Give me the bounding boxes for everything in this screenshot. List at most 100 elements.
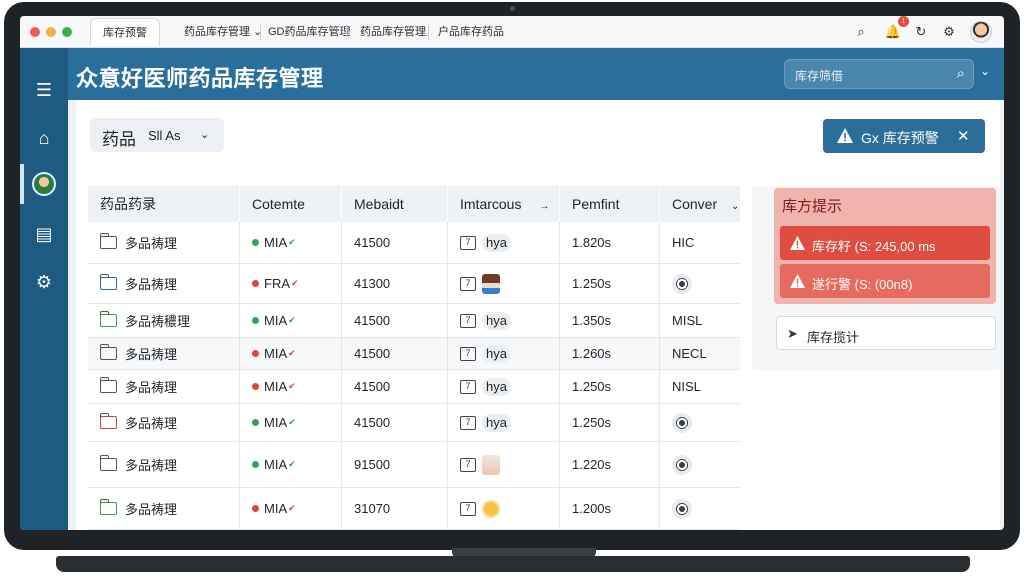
column-header[interactable]: 药品药录 (88, 186, 240, 222)
webcam (510, 6, 515, 11)
document-icon[interactable]: 7 (460, 457, 476, 472)
chevron-down-icon[interactable]: ⌄ (731, 201, 739, 212)
table-cell: MIA ✔ (240, 304, 342, 337)
table-row[interactable]: 多品祷理 MIA ✔ 41500 7 hya 1.250s NISL (88, 370, 740, 404)
chevron-down-icon[interactable]: ⌄ (980, 64, 990, 78)
check-icon: ✔ (288, 503, 296, 513)
product-image-icon (482, 498, 500, 519)
folder-icon (99, 455, 117, 471)
filter-label: 药品 (102, 130, 136, 149)
column-header-dropdown[interactable]: Conver ⌄ (660, 186, 740, 222)
status-dot-icon (252, 505, 259, 512)
imt-pill: hya (482, 233, 511, 252)
document-icon[interactable]: 7 (460, 313, 476, 328)
search-placeholder: 库存筛借 (795, 69, 844, 83)
notice-alert-item[interactable]: 遂行警 (S: (00n8) (780, 264, 990, 298)
status-dot-icon (252, 280, 259, 287)
tab-separator (346, 24, 347, 40)
minimize-window-dot[interactable] (46, 27, 56, 37)
document-icon[interactable]: 7 (460, 379, 476, 394)
lock-icon[interactable] (672, 454, 692, 475)
document-icon[interactable]: 7 (460, 276, 476, 291)
calendar-icon[interactable]: ▤ (20, 214, 68, 254)
lock-icon[interactable] (672, 273, 692, 294)
drug-name: 多品祷穠理 (125, 314, 191, 329)
close-window-dot[interactable] (30, 27, 40, 37)
table-row[interactable]: 多品祷穠理 MIA ✔ 41500 7 hya 1.350s MISL (88, 304, 740, 338)
check-icon: ✔ (288, 237, 296, 247)
status-text: MIA (264, 379, 288, 394)
sort-arrow-icon[interactable]: → (539, 201, 549, 212)
tab-active[interactable]: 库存预警 (90, 18, 160, 46)
status-text: MIA (264, 313, 288, 328)
column-header[interactable]: Cotemte (240, 186, 342, 222)
table-row[interactable]: 多品祷理 MIA ✔ 41500 7 hya 1.250s (88, 404, 740, 442)
folder-icon (99, 233, 117, 249)
table-cell: 1.260s (560, 338, 660, 369)
status-dot-icon (252, 317, 259, 324)
table-cell: 41500 (342, 404, 448, 441)
code-value: 41500 (354, 379, 391, 394)
table-cell: 1.200s (560, 488, 660, 529)
table-cell: 多品祷理 (88, 442, 240, 487)
performance-value: 1.250s (572, 415, 612, 430)
document-icon[interactable]: 7 (460, 235, 476, 250)
table-cell: 91500 (342, 442, 448, 487)
chevron-down-icon: ⌄ (200, 129, 210, 141)
search-icon[interactable]: ⌕ (852, 23, 870, 41)
inventory-alert-button[interactable]: Gx 库存预警 ✕ (823, 119, 985, 153)
status-text: MIA (264, 415, 288, 430)
document-icon[interactable]: 7 (460, 501, 476, 516)
sidebar-active-indicator (20, 164, 24, 204)
status-text: FRA (264, 276, 290, 291)
inventory-stats-button[interactable]: ➤ 库存揽计 (776, 316, 996, 350)
column-header[interactable]: Pemfint (560, 186, 660, 222)
column-header[interactable]: Mebaidt (342, 186, 448, 222)
reload-icon[interactable]: ↻ (912, 23, 930, 41)
table-row[interactable]: 多品祷理 MIA ✔ 41500 7 hya 1.820s HIC (88, 222, 740, 264)
close-icon[interactable]: ✕ (957, 127, 970, 145)
table-cell: 多品祷理 (88, 404, 240, 441)
table-row[interactable]: 多品祷理 MIA ✔ 91500 7 1.220s (88, 442, 740, 488)
notice-box: 库方提示 库存籽 (S: 245,00 ms 遂行警 (S: (00n8) (774, 188, 996, 304)
warning-icon (790, 236, 805, 250)
performance-value: 1.220s (572, 457, 612, 472)
drug-name: 多品祷理 (125, 347, 178, 362)
table-row[interactable]: 多品祷理 FRA ✔ 41300 7 1.250s (88, 264, 740, 304)
column-header-sortable[interactable]: Imtarcous → (448, 186, 560, 222)
check-icon: ✔ (288, 381, 296, 391)
drug-name: 多品祷理 (125, 416, 178, 431)
table-cell: 41300 (342, 264, 448, 303)
maximize-window-dot[interactable] (62, 27, 72, 37)
menu-icon[interactable]: ☰ (20, 70, 68, 110)
lock-icon[interactable] (672, 412, 692, 433)
user-avatar[interactable] (32, 172, 56, 196)
lock-icon[interactable] (672, 498, 692, 519)
avatar[interactable] (970, 21, 992, 43)
drug-filter-dropdown[interactable]: 药品 Sll As ⌄ (90, 118, 224, 152)
performance-value: 1.250s (572, 276, 612, 291)
table-cell: FRA ✔ (240, 264, 342, 303)
tab-product-inventory[interactable]: 户品库存药品 (426, 18, 516, 46)
tab-drug-inventory[interactable]: 药品库存管理 (348, 18, 438, 46)
document-icon[interactable]: 7 (460, 415, 476, 430)
search-input[interactable]: 库存筛借 ⌕ (784, 59, 974, 89)
table-cell (660, 488, 740, 529)
table-cell: 41500 (342, 304, 448, 337)
gear-icon[interactable]: ⚙ (940, 23, 958, 41)
table-row[interactable]: 多品祷理 MIA ✔ 41500 7 hya 1.260s NECL (88, 338, 740, 370)
table-cell: MIA ✔ (240, 338, 342, 369)
app-header: 众意好医师药品库存管理 库存筛借 ⌕ ⌄ (68, 48, 1004, 100)
imt-pill: hya (482, 377, 511, 396)
notice-alert-item[interactable]: 库存籽 (S: 245,00 ms (780, 226, 990, 260)
table-cell: 7 (448, 264, 560, 303)
check-icon: ✔ (288, 417, 296, 427)
table-cell (660, 442, 740, 487)
document-icon[interactable]: 7 (460, 346, 476, 361)
table-row[interactable]: 多品祷理 MIA ✔ 31070 7 1.200s (88, 488, 740, 530)
status-dot-icon (252, 383, 259, 390)
browser-tab-bar: 库存预警 药品库存管理 ⌄ GD药品库存管理 药品库存管理 户品库存药品 ⌕ 🔔… (20, 16, 1004, 48)
search-icon[interactable]: ⌕ (957, 65, 965, 82)
home-icon[interactable]: ⌂ (20, 118, 68, 158)
settings-icon[interactable]: ⚙ (20, 262, 68, 302)
